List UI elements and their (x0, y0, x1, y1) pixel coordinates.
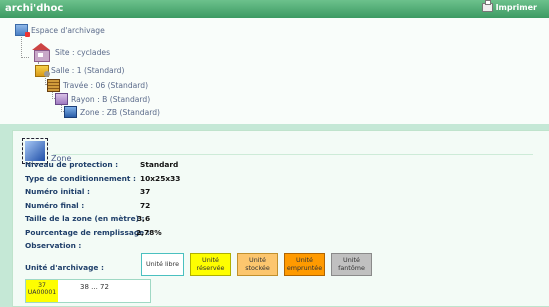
legend-ghost-unit: Unité fantôme (331, 253, 372, 276)
tree-connector (21, 57, 29, 58)
unit-code: UA00001 (27, 289, 57, 297)
tree-node-label: Zone : ZB (Standard) (80, 107, 161, 117)
tree-node-label: Site : cyclades (55, 47, 111, 57)
field-value: 3,6 (137, 214, 151, 223)
unit-range: 38 ... 72 (80, 283, 109, 291)
field-label: Numéro initial : (25, 187, 90, 196)
archive-space-icon (15, 24, 30, 37)
legend-borrowed-unit: Unité empruntée (284, 253, 325, 276)
unit-label: Unité d'archivage : (25, 263, 104, 272)
field-label: Niveau de protection : (25, 160, 119, 169)
zone-header-divider (53, 154, 533, 155)
field-value: 2,78% (136, 228, 162, 237)
field-value: Standard (140, 160, 179, 169)
tree-node-rayon[interactable]: Rayon : B (Standard) (55, 93, 150, 105)
legend-stored-unit: Unité stockée (237, 253, 278, 276)
bay-icon (47, 79, 60, 92)
tree-node-travee[interactable]: Travée : 06 (Standard) (47, 79, 148, 92)
archive-unit-grid: 37 UA00001 38 ... 72 (25, 279, 151, 303)
app-title: archi'dhoc (5, 3, 64, 14)
field-label: Type de conditionnement : (25, 174, 136, 183)
building-icon (30, 43, 52, 62)
archive-unit-cell[interactable]: 37 UA00001 (26, 280, 58, 302)
tree-node-zone[interactable]: Zone : ZB (Standard) (64, 106, 160, 118)
location-tree: Espace d'archivage Site : cyclades Salle… (0, 18, 549, 124)
legend-reserved-unit: Unité réservée (190, 253, 231, 276)
tree-connector (21, 34, 22, 58)
print-button[interactable]: Imprimer (481, 0, 537, 12)
tree-node-site[interactable]: Site : cyclades (30, 43, 111, 62)
tree-node-label: Rayon : B (Standard) (71, 94, 151, 104)
app-titlebar: archi'dhoc Imprimer (0, 0, 549, 18)
tree-node-root[interactable]: Espace d'archivage (15, 24, 105, 37)
field-label: Numéro final : (25, 201, 85, 210)
field-label: Taille de la zone (en mètre) : (25, 214, 145, 223)
unit-status-legend: Unité libre Unité réservée Unité stockée… (141, 253, 372, 276)
field-label: Pourcentage de remplissage : (25, 228, 150, 237)
shelf-icon (55, 93, 68, 105)
zone-icon (64, 106, 77, 118)
field-label: Observation : (25, 241, 82, 250)
tree-node-label: Travée : 06 (Standard) (63, 81, 149, 90)
field-value: 37 (140, 187, 151, 196)
zone-details-panel: Zone Niveau de protection : Standard Typ… (12, 130, 549, 307)
field-value: 72 (140, 201, 151, 210)
room-icon (35, 65, 50, 77)
tree-node-label: Salle : 1 (Standard) (51, 66, 125, 75)
tree-node-label: Espace d'archivage (31, 25, 105, 35)
tree-node-salle[interactable]: Salle : 1 (Standard) (35, 65, 125, 77)
field-value: 10x25x33 (140, 174, 181, 183)
legend-free-unit: Unité libre (141, 253, 184, 276)
printer-icon (481, 0, 493, 12)
unit-number: 37 (38, 282, 46, 289)
print-label: Imprimer (495, 3, 537, 12)
